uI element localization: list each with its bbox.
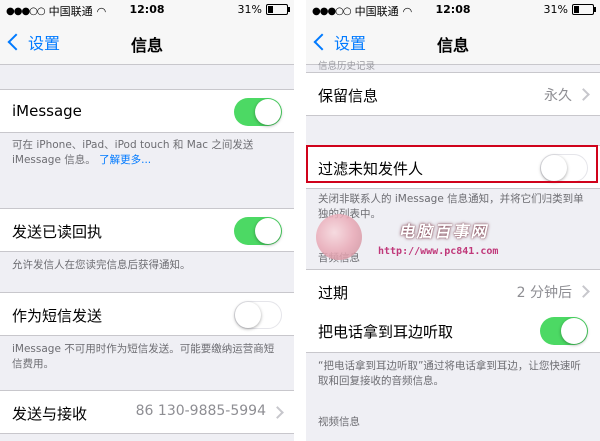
imessage-label: iMessage xyxy=(12,102,82,120)
send-as-sms-toggle[interactable] xyxy=(234,301,282,329)
raise-to-listen-toggle[interactable] xyxy=(540,317,588,345)
send-as-sms-footer: iMessage 不可用时作为短信发送。可能要缴纳运营商短信费用。 xyxy=(12,343,275,370)
send-receive-row[interactable]: 发送与接收 86 130-9885-5994 xyxy=(0,390,294,434)
status-bar: ●●●○○ 中国联通 ◠ 12:08 31% xyxy=(0,0,294,20)
left-phone-screen: ●●●○○ 中国联通 ◠ 12:08 31% 设置 信息 iMessage 可在… xyxy=(0,0,294,441)
raise-footer: “把电话拿到耳边听取”通过将电话拿到耳边，让您快速听取和回复接收的音频信息。 xyxy=(318,360,581,387)
send-as-sms-row: 作为短信发送 xyxy=(0,292,294,336)
send-receive-label: 发送与接收 xyxy=(12,405,88,423)
watermark-url: http://www.pc841.com xyxy=(378,246,499,257)
read-receipts-toggle[interactable] xyxy=(234,217,282,245)
status-bar: ●●●○○ 中国联通 ◠ 12:08 31% xyxy=(306,0,600,20)
nav-bar: 设置 信息 xyxy=(0,20,294,65)
learn-more-link[interactable]: 了解更多... xyxy=(99,154,151,166)
imessage-toggle[interactable] xyxy=(234,98,282,126)
keep-messages-label: 保留信息 xyxy=(318,87,379,105)
chevron-right-icon xyxy=(271,406,284,419)
raise-to-listen-row: 把电话拿到耳边听取 xyxy=(306,309,600,353)
toggle-knob xyxy=(255,99,281,125)
battery-icon xyxy=(266,4,290,15)
battery-percent: 31% xyxy=(543,3,568,16)
read-receipts-footer: 允许发信人在您读完信息后获得通知。 xyxy=(12,259,191,271)
page-title: 信息 xyxy=(130,36,163,55)
highlight-box xyxy=(306,145,598,183)
rose-logo-icon xyxy=(316,214,362,260)
read-receipts-row: 发送已读回执 xyxy=(0,208,294,252)
battery-icon xyxy=(572,4,596,15)
history-section-header: 信息历史记录 xyxy=(318,61,376,72)
battery-percent: 31% xyxy=(237,3,262,16)
toggle-knob xyxy=(561,318,587,344)
imessage-row: iMessage xyxy=(0,89,294,133)
expire-row[interactable]: 过期 2 分钟后 xyxy=(306,269,600,313)
toggle-knob xyxy=(255,218,281,244)
imessage-footer: 可在 iPhone、iPad、iPod touch 和 Mac 之间发送 iMe… xyxy=(12,138,280,168)
chevron-right-icon xyxy=(577,88,590,101)
raise-to-listen-label: 把电话拿到耳边听取 xyxy=(318,323,454,341)
toggle-knob xyxy=(235,302,261,328)
send-as-sms-label: 作为短信发送 xyxy=(12,307,103,325)
read-receipts-label: 发送已读回执 xyxy=(12,223,103,241)
keep-messages-row[interactable]: 保留信息 永久 xyxy=(306,72,600,116)
watermark-title: 电脑百事网 xyxy=(397,222,492,241)
keep-messages-value: 永久 xyxy=(544,88,572,104)
expire-label: 过期 xyxy=(318,284,349,302)
page-title: 信息 xyxy=(436,36,469,55)
send-receive-value: 86 130-9885-5994 xyxy=(135,403,266,419)
chevron-right-icon xyxy=(577,285,590,298)
screenshot-composite: ●●●○○ 中国联通 ◠ 12:08 31% 设置 信息 iMessage 可在… xyxy=(0,0,600,441)
site-watermark: 电脑百事网 http://www.pc841.com xyxy=(308,212,548,272)
video-section-header: 视频信息 xyxy=(318,416,360,428)
expire-value: 2 分钟后 xyxy=(516,285,572,301)
